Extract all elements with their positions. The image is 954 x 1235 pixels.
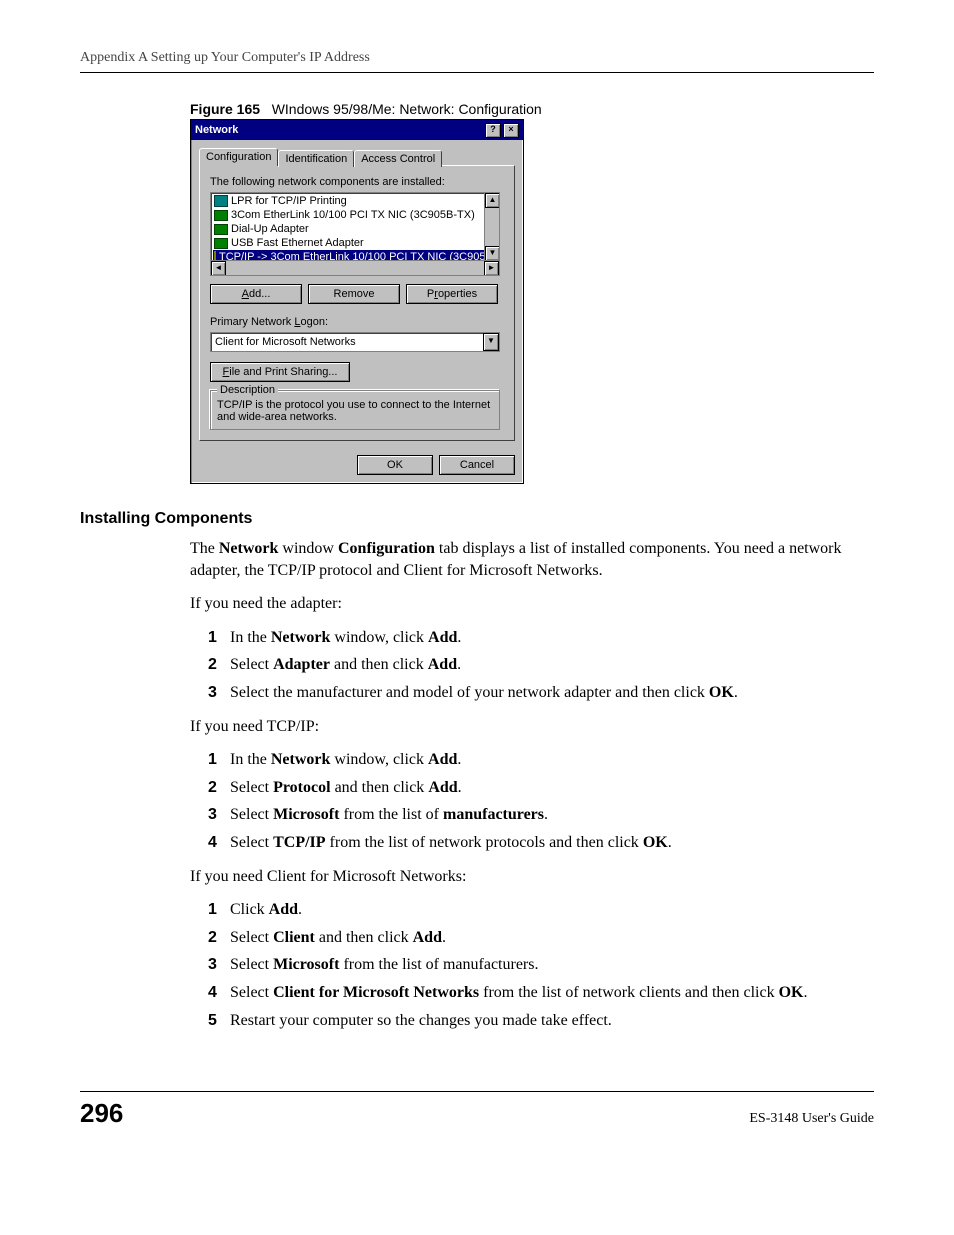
footer-rule	[80, 1091, 874, 1092]
intro-paragraph: The Network window Configuration tab dis…	[190, 538, 874, 581]
close-button[interactable]: ×	[503, 123, 519, 138]
need-adapter-label: If you need the adapter:	[190, 593, 874, 615]
dialog-title: Network	[195, 124, 483, 136]
network-dialog: Network ? × Configuration Identification…	[190, 119, 524, 484]
step: 4Select TCP/IP from the list of network …	[208, 832, 874, 854]
combo-value: Client for Microsoft Networks	[211, 336, 483, 348]
adapter-icon	[214, 224, 228, 235]
step: 4Select Client for Microsoft Networks fr…	[208, 982, 874, 1004]
figure-caption: Figure 165 WIndows 95/98/Me: Network: Co…	[190, 101, 874, 117]
installed-components-label: The following network components are ins…	[210, 176, 504, 188]
list-item-label: LPR for TCP/IP Printing	[231, 194, 347, 208]
list-item-label: 3Com EtherLink 10/100 PCI TX NIC (3C905B…	[231, 208, 475, 222]
step: 2Select Protocol and then click Add.	[208, 777, 874, 799]
step: 3Select Microsoft from the list of manuf…	[208, 954, 874, 976]
cancel-button[interactable]: Cancel	[439, 455, 515, 475]
horizontal-scrollbar[interactable]: ◄ ►	[211, 260, 499, 275]
tab-panel-configuration: The following network components are ins…	[199, 165, 515, 441]
dialog-footer: OK Cancel	[191, 449, 523, 483]
list-item[interactable]: USB Fast Ethernet Adapter	[213, 236, 497, 250]
description-groupbox: Description TCP/IP is the protocol you u…	[210, 390, 500, 430]
step: 2Select Adapter and then click Add.	[208, 654, 874, 676]
list-item-label: USB Fast Ethernet Adapter	[231, 236, 364, 250]
list-item[interactable]: LPR for TCP/IP Printing	[213, 194, 497, 208]
tab-configuration[interactable]: Configuration	[199, 148, 278, 166]
adapter-icon	[214, 238, 228, 249]
add-button[interactable]: AAdd...dd...	[210, 284, 302, 304]
titlebar[interactable]: Network ? ×	[191, 120, 523, 140]
step: 1In the Network window, click Add.	[208, 749, 874, 771]
page-footer: 296 ES-3148 User's Guide	[80, 1098, 874, 1129]
adapter-steps: 1In the Network window, click Add. 2Sele…	[208, 627, 874, 704]
page-number: 296	[80, 1098, 123, 1129]
header-rule	[80, 72, 874, 73]
properties-button[interactable]: Properties	[406, 284, 498, 304]
primary-logon-combo[interactable]: Client for Microsoft Networks ▼	[210, 332, 500, 352]
primary-logon-label: Primary Network Logon:	[210, 316, 504, 328]
components-listbox[interactable]: LPR for TCP/IP Printing 3Com EtherLink 1…	[210, 192, 500, 276]
ok-button[interactable]: OK	[357, 455, 433, 475]
client-steps: 1Click Add. 2Select Client and then clic…	[208, 899, 874, 1031]
description-text: TCP/IP is the protocol you use to connec…	[217, 399, 493, 423]
figure-number: Figure 165	[190, 101, 260, 117]
need-client-label: If you need Client for Microsoft Network…	[190, 866, 874, 888]
tab-strip: Configuration Identification Access Cont…	[199, 148, 515, 166]
help-button[interactable]: ?	[485, 123, 501, 138]
guide-name: ES-3148 User's Guide	[749, 1111, 874, 1127]
scroll-right-icon[interactable]: ►	[484, 261, 499, 276]
step: 3Select the manufacturer and model of yo…	[208, 682, 874, 704]
step: 5Restart your computer so the changes yo…	[208, 1010, 874, 1032]
step: 2Select Client and then click Add.	[208, 927, 874, 949]
vertical-scrollbar[interactable]: ▲ ▼	[484, 193, 499, 261]
tab-identification[interactable]: Identification	[278, 150, 354, 167]
need-tcpip-label: If you need TCP/IP:	[190, 716, 874, 738]
section-heading: Installing Components	[80, 510, 874, 528]
file-print-sharing-button[interactable]: File and Print Sharing...	[210, 362, 350, 382]
remove-button[interactable]: Remove	[308, 284, 400, 304]
adapter-icon	[214, 210, 228, 221]
page-header: Appendix A Setting up Your Computer's IP…	[80, 50, 874, 66]
description-legend: Description	[217, 384, 278, 396]
scroll-left-icon[interactable]: ◄	[211, 261, 226, 276]
tab-access-control[interactable]: Access Control	[354, 150, 442, 167]
figure-title: WIndows 95/98/Me: Network: Configuration	[272, 101, 542, 117]
tcpip-steps: 1In the Network window, click Add. 2Sele…	[208, 749, 874, 853]
scroll-down-icon[interactable]: ▼	[485, 246, 500, 261]
dropdown-icon[interactable]: ▼	[483, 333, 499, 351]
service-icon	[214, 195, 228, 207]
list-item-label: Dial-Up Adapter	[231, 222, 309, 236]
step: 1Click Add.	[208, 899, 874, 921]
step: 3Select Microsoft from the list of manuf…	[208, 804, 874, 826]
step: 1In the Network window, click Add.	[208, 627, 874, 649]
list-item[interactable]: 3Com EtherLink 10/100 PCI TX NIC (3C905B…	[213, 208, 497, 222]
scroll-up-icon[interactable]: ▲	[485, 193, 500, 208]
list-item[interactable]: Dial-Up Adapter	[213, 222, 497, 236]
